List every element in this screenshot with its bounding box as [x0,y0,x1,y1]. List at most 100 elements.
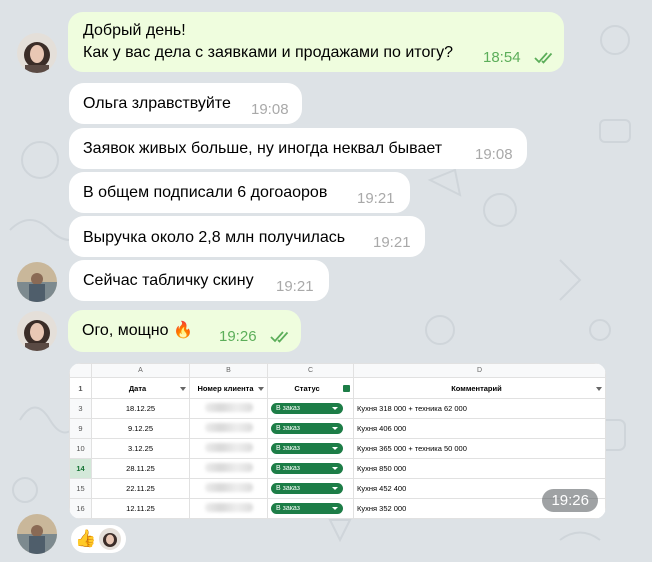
message-bubble[interactable]: Добрый день! Как у вас дела с заявками и… [68,12,564,72]
corner-cell [69,363,92,378]
column-letter: B [189,363,268,378]
client-number-cell [189,438,268,459]
message-time: 19:08 [475,146,513,163]
message-time: 19:08 [251,101,289,118]
date-cell: 22.11.25 [91,478,190,499]
header-cell: Комментарий [353,377,606,399]
status-cell: В заказ [267,458,354,479]
message-bubble[interactable]: Ольга злравствуйте 19:08 [69,83,302,124]
comment-cell: Кухня 318 000 + техника 62 000 [353,398,606,419]
status-cell: В заказ [267,498,354,519]
date-cell: 28.11.25 [91,458,190,479]
message-time: 19:21 [373,234,411,251]
my-avatar[interactable] [17,311,57,351]
status-chip: В заказ [271,443,343,454]
status-cell: В заказ [267,478,354,499]
client-number-cell [189,458,268,479]
blurred-value [204,443,253,452]
table-row: 10 3.12.25 В заказ Кухня 365 000 + техни… [69,438,606,459]
status-chip: В заказ [271,403,343,414]
status-label: В заказ [276,445,300,452]
active-filter-icon [343,384,350,392]
message-bubble[interactable]: Сейчас табличку скину 19:21 [69,260,329,301]
comment-cell: Кухня 850 000 [353,458,606,479]
status-cell: В заказ [267,438,354,459]
status-cell: В заказ [267,418,354,439]
client-number-cell [189,398,268,419]
blurred-value [204,423,253,432]
dropdown-arrow-icon [332,447,338,450]
header-label: Номер клиента [197,383,254,393]
contact-avatar-3[interactable] [17,514,57,554]
date-cell: 9.12.25 [91,418,190,439]
row-number: 10 [69,438,92,459]
message-time: 19:26 [219,328,257,345]
blurred-value [204,463,253,472]
status-label: В заказ [276,465,300,472]
message-bubble[interactable]: Ого, мощно 🔥 19:26 [68,310,301,352]
row-number: 1 [69,377,92,399]
header-cell: Номер клиента [189,377,268,399]
header-label: Дата [128,383,147,393]
dropdown-arrow-icon [332,427,338,430]
row-number: 3 [69,398,92,419]
blurred-value [204,503,253,512]
blurred-value [204,403,253,412]
spreadsheet-table: A B C D 1 Дата Номер клиента Статус Комм… [69,363,606,519]
filter-icon [258,386,264,391]
thumbs-up-icon[interactable]: 👍 [75,528,96,550]
column-letter: A [91,363,190,378]
message-text: Выручка около 2,8 млн получилась [83,229,346,246]
contact-avatar-2[interactable] [17,262,57,302]
dropdown-arrow-icon [332,407,338,410]
dropdown-arrow-icon [332,487,338,490]
message-text: Добрый день! Как у вас дела с заявками и… [83,22,454,61]
table-row: 3 18.12.25 В заказ Кухня 318 000 + техни… [69,398,606,419]
message-time: 18:54 [483,49,521,66]
status-chip: В заказ [271,503,343,514]
message-bubble[interactable]: Заявок живых больше, ну иногда неквал бы… [69,128,527,169]
message-bubble[interactable]: В общем подписали 6 догоаоров 19:21 [69,172,410,213]
status-label: В заказ [276,405,300,412]
status-label: В заказ [276,505,300,512]
double-check-icon [534,52,553,64]
row-number: 14 [69,458,92,479]
client-number-cell [189,418,268,439]
image-time: 19:26 [542,489,598,512]
message-text: В общем подписали 6 догоаоров [83,184,328,201]
status-chip: В заказ [271,483,343,494]
status-chip: В заказ [271,463,343,474]
row-number: 16 [69,498,92,519]
message-text: Ольга злравствуйте [83,95,231,112]
header-cell: Дата [91,377,190,399]
message-text: Сейчас табличку скину [83,272,254,289]
header-label: Статус [294,383,320,393]
table-row: 14 28.11.25 В заказ Кухня 850 000 [69,458,606,479]
filter-icon [596,386,602,391]
reactions-bar[interactable]: 👍 [71,525,126,553]
date-cell: 3.12.25 [91,438,190,459]
contact-avatar-1[interactable] [17,33,57,73]
blurred-value [204,483,253,492]
status-label: В заказ [276,485,300,492]
row-number: 9 [69,418,92,439]
header-label: Комментарий [451,383,502,393]
status-cell: В заказ [267,398,354,419]
message-time: 19:21 [357,190,395,207]
comment-cell: Кухня 406 000 [353,418,606,439]
column-letter: D [353,363,606,378]
table-row: 9 9.12.25 В заказ Кухня 406 000 [69,418,606,439]
header-cell: Статус [267,377,354,399]
double-check-icon [270,331,289,343]
message-time: 19:21 [276,278,314,295]
reaction-avatar [99,528,121,550]
date-cell: 18.12.25 [91,398,190,419]
column-letter: C [267,363,354,378]
message-bubble[interactable]: Выручка около 2,8 млн получилась 19:21 [69,216,425,257]
spreadsheet-image[interactable]: A B C D 1 Дата Номер клиента Статус Комм… [69,363,606,519]
message-text: Ого, мощно 🔥 [82,322,193,339]
client-number-cell [189,498,268,519]
status-label: В заказ [276,425,300,432]
table-row: 15 22.11.25 В заказ Кухня 452 400 [69,478,606,499]
message-text: Заявок живых больше, ну иногда неквал бы… [83,140,443,157]
